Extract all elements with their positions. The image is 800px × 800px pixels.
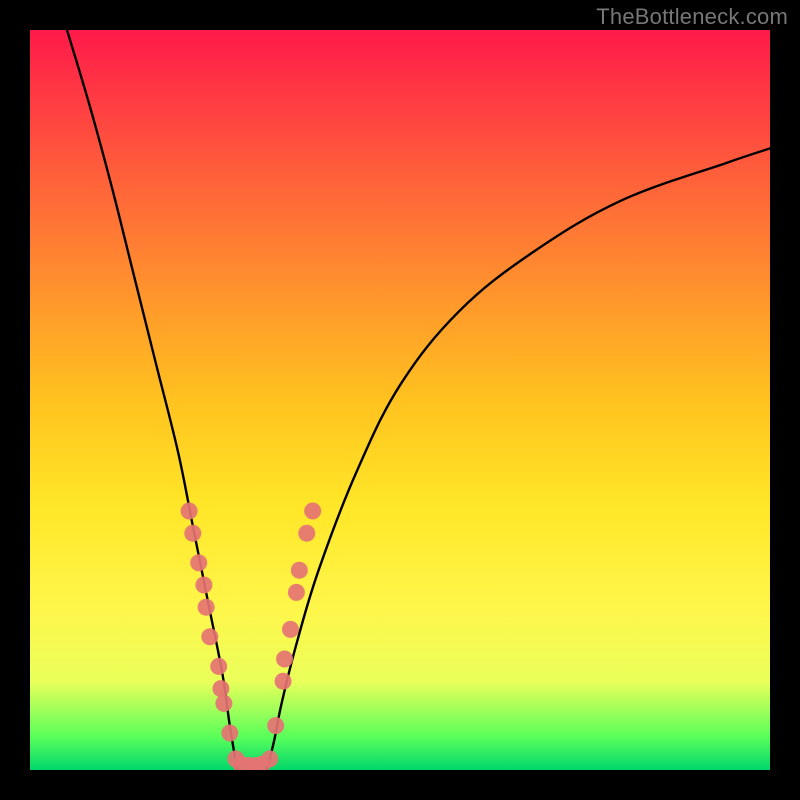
data-point (275, 673, 292, 690)
data-point (276, 651, 293, 668)
data-point (221, 725, 238, 742)
data-point (261, 750, 278, 767)
data-point (298, 525, 315, 542)
data-point (212, 680, 229, 697)
data-point (198, 599, 215, 616)
watermark-text: TheBottleneck.com (596, 4, 788, 30)
data-point (282, 621, 299, 638)
data-point (181, 503, 198, 520)
gradient-background (30, 30, 770, 770)
plot-area (30, 30, 770, 770)
data-point (190, 554, 207, 571)
data-point (215, 695, 232, 712)
data-point (201, 628, 218, 645)
data-point (267, 717, 284, 734)
data-point (195, 577, 212, 594)
chart-frame: TheBottleneck.com (0, 0, 800, 800)
data-point (291, 562, 308, 579)
data-point (184, 525, 201, 542)
plot-svg (30, 30, 770, 770)
data-point (288, 584, 305, 601)
data-point (304, 503, 321, 520)
data-point (210, 658, 227, 675)
